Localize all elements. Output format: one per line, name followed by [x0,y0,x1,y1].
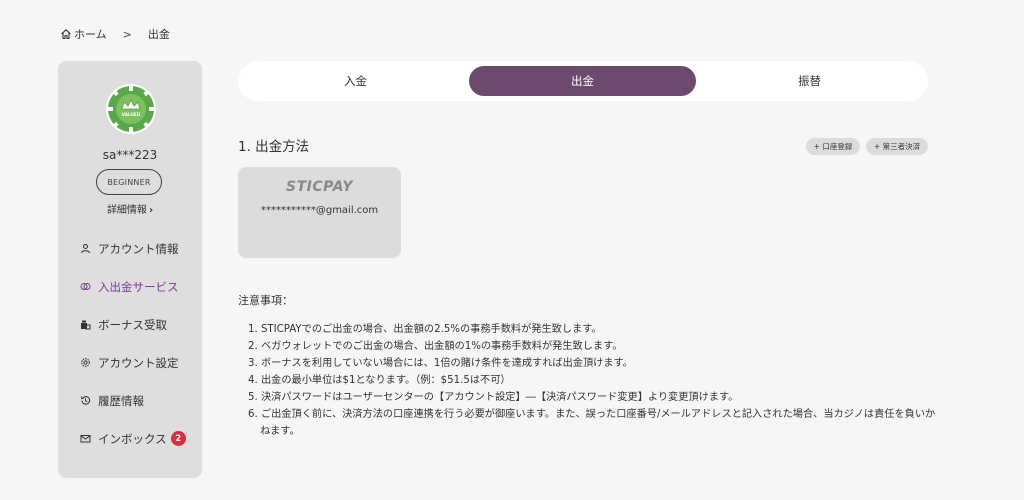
username: sa***223 [102,148,158,162]
sidebar-item-label: アカウント設定 [98,355,179,370]
user-icon [81,244,90,254]
sidebar-item-label: 入出金サービス [98,279,179,294]
payment-method-card[interactable]: STICPAY ***********@gmail.com [238,167,401,258]
home-icon[interactable] [60,28,72,40]
section-title: 1. 出金方法 [238,139,310,155]
avatar: VALUED [106,84,156,134]
svg-text:VALUED: VALUED [122,112,141,117]
chevron-right-icon: › [148,205,154,216]
list-item: 1. STICPAYでのご出金の場合、出金額の2.5%の事務手数料が発生致します… [248,324,602,335]
unread-count-badge: 2 [170,431,186,446]
sidebar-item-account-settings[interactable]: アカウント設定 [80,353,200,372]
gift-icon [81,320,91,330]
sidebar-item-deposit-withdraw[interactable]: 入出金サービス [80,277,200,296]
detail-link-label: 詳細情報 [106,205,147,216]
sidebar-item-bonus[interactable]: ボーナス受取 [80,315,200,334]
payment-method-email: ***********@gmail.com [260,205,379,216]
sidebar-item-inbox[interactable]: インボックス 2 [80,429,200,448]
sidebar: VALUED sa***223 BEGINNER 詳細情報 › アカウント情報 入… [58,61,202,478]
list-item: 3. ボーナスを利用していない場合には、1倍の賭け条件を達成すれば出金頂けます。 [248,358,633,369]
sidebar-item-label: 履歴情報 [98,393,144,408]
tab-bar: 入金 出金 振替 [238,61,928,101]
list-item: 5. 決済パスワードはユーザーセンターの【アカウント設定】―【決済パスワード変更… [248,392,739,403]
sidebar-item-account-info[interactable]: アカウント情報 [80,239,200,258]
payment-method-logo: STICPAY [286,179,353,195]
mail-icon [80,435,91,443]
notes-list: 1. STICPAYでのご出金の場合、出金額の2.5%の事務手数料が発生致します… [248,321,948,440]
detail-link[interactable]: 詳細情報 › [58,201,202,216]
sidebar-item-label: アカウント情報 [98,241,179,256]
sidebar-item-label: ボーナス受取 [98,317,167,332]
list-item: 4. 出金の最小単位は$1となります。（例：$51.5は不可） [248,375,511,386]
sidebar-menu: アカウント情報 入出金サービス ボーナス受取 アカウント設定 履歴情報 インボッ… [80,239,200,467]
tab-transfer[interactable]: 振替 [696,66,923,96]
list-item: 6. ご出金頂く前に、決済方法の口座連携を行う必要が御座います。また、誤った口座… [248,409,936,437]
list-item: 2. ベガウォレットでのご出金の場合、出金額の1%の事務手数料が発生致します。 [248,341,623,352]
gear-icon [81,358,90,367]
sidebar-item-history[interactable]: 履歴情報 [80,391,200,410]
breadcrumb: ホーム > 出金 [60,26,170,42]
tab-deposit[interactable]: 入金 [242,66,469,96]
breadcrumb-separator: > [122,27,132,41]
register-account-button[interactable]: + 口座登録 [806,138,860,155]
tab-withdraw[interactable]: 出金 [469,66,696,96]
coins-icon [80,283,91,290]
rank-badge: BEGINNER [96,169,162,195]
notes-title: 注意事項： [238,294,293,307]
breadcrumb-current: 出金 [147,28,170,41]
breadcrumb-home[interactable]: ホーム [74,26,107,42]
sidebar-item-label: インボックス [98,431,167,446]
third-party-payment-button[interactable]: + 第三者決済 [866,138,928,155]
history-icon [81,396,91,405]
